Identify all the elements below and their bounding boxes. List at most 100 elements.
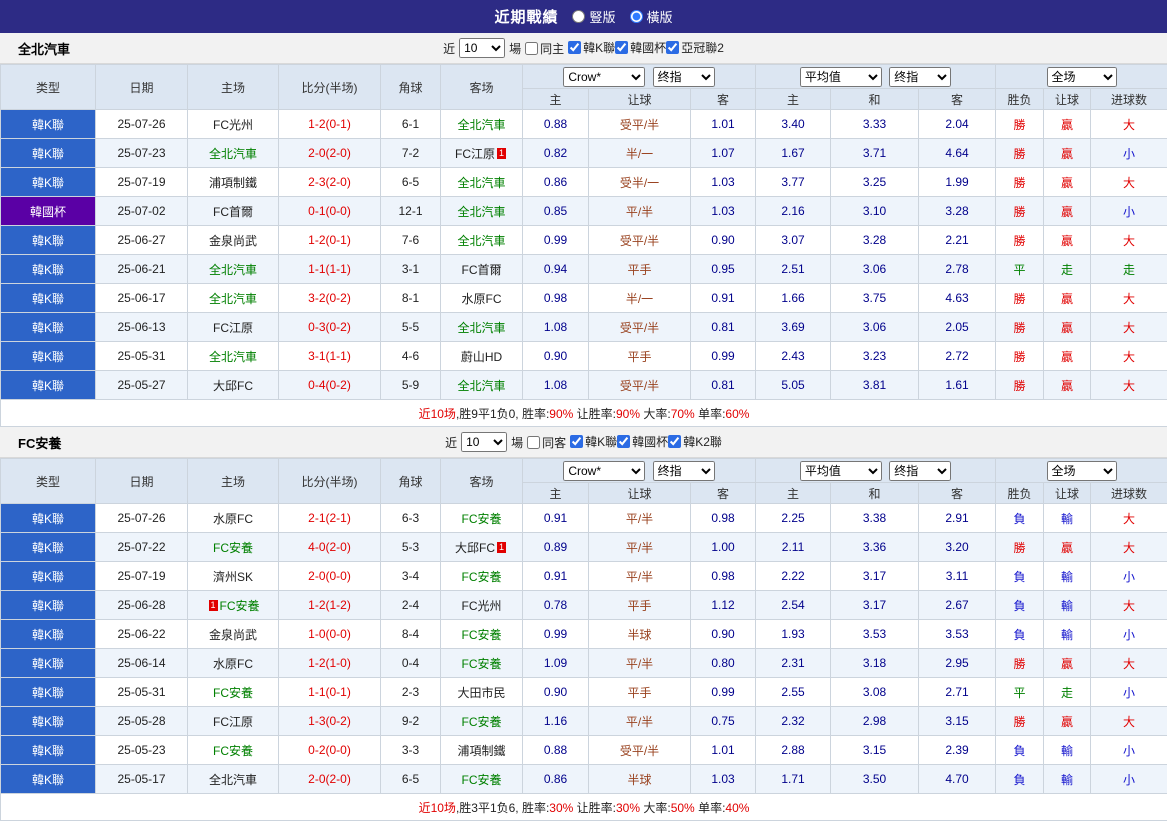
euro-away-odds-cell: 3.20 [918,532,997,562]
away-team-cell: 大田市民 [440,677,523,707]
match-row: 韓K聯 25-06-22 金泉尚武 1-0(0-0) 8-4 FC安養 0.99 半球 0.90… [0,619,1167,649]
league-cell: 韓K聯 [0,561,96,591]
handicap-result-cell: 贏 [1043,138,1092,168]
home-team-cell: 水原FC [187,648,279,678]
league-label: 韓K2聯 [683,435,722,449]
handicap-result-cell: 贏 [1043,225,1092,255]
euro-away-odds-cell: 2.05 [918,312,997,342]
score-cell: 0-4(0-2) [278,370,381,400]
asia-away-odds-cell: 0.98 [689,503,757,533]
recent-count-select[interactable]: 10 [461,432,508,452]
asia-home-odds-cell: 0.86 [522,167,589,197]
team-label: 水原FC [213,511,253,526]
league-filter-option[interactable]: 韓國杯 [615,39,666,56]
date-cell: 25-07-26 [95,109,188,139]
goals-cell: 小 [1090,619,1167,649]
euro-home-odds-cell: 3.40 [755,109,832,139]
scope-select[interactable]: 全场 [1046,66,1117,87]
results-table: 类型 日期 主场 比分(半场) 角球 客场 Crow* 终指 平均值 终指 全场… [0,64,1167,427]
layout-horizontal-radio[interactable] [629,10,643,23]
europe-stage-select[interactable]: 终指 [889,66,952,87]
europe-company-select[interactable]: 平均值 [799,460,882,481]
league-cell: 韓K聯 [0,138,96,168]
handicap-result-cell: 輸 [1043,503,1092,533]
col-asia-away: 客 [689,482,757,504]
team-label: FC首爾 [461,262,502,277]
league-checkbox[interactable] [568,41,582,54]
layout-vertical-radio[interactable] [572,10,586,23]
layout-vertical-option[interactable]: 豎版 [572,7,616,26]
away-team-cell: 浦項制鐵 [440,735,523,765]
layout-horizontal-option[interactable]: 橫版 [629,7,673,26]
euro-home-odds-cell: 2.55 [755,677,832,707]
corner-cell: 6-1 [380,109,441,139]
euro-draw-odds-cell: 3.17 [830,561,920,591]
corner-cell: 3-4 [380,561,441,591]
scope-select[interactable]: 全场 [1046,460,1117,481]
summary-part: 近10场 [418,406,456,421]
same-venue-option[interactable]: 同客 [527,434,566,451]
goals-cell: 小 [1090,735,1167,765]
asia-away-odds-cell: 1.01 [689,735,757,765]
col-asia-home: 主 [522,88,589,110]
league-cell: 韓K聯 [0,503,96,533]
handicap-cell: 半/一 [588,283,691,313]
summary-part: 近10场 [418,800,456,815]
handicap-cell: 半/一 [588,138,691,168]
date-cell: 25-06-22 [95,619,188,649]
europe-stage-select[interactable]: 终指 [889,460,952,481]
league-filter-option[interactable]: 韓K聯 [568,39,615,56]
col-result: 胜负 [995,482,1045,504]
same-venue-checkbox[interactable] [525,41,539,55]
asia-stage-select[interactable]: 终指 [652,460,715,481]
handicap-cell: 平/半 [588,561,691,591]
col-corner: 角球 [380,64,441,110]
same-venue-label: 同主 [540,41,565,56]
match-row: 韓K聯 25-07-19 浦項制鐵 2-3(2-0) 6-5 全北汽車 0.86 受半/一 1.… [0,167,1167,197]
result-cell: 負 [995,764,1045,794]
europe-company-select[interactable]: 平均值 [799,66,882,87]
summary-part: 单率: [694,800,726,815]
league-checkbox[interactable] [615,41,629,54]
score-cell: 1-2(0-1) [278,109,381,139]
same-venue-checkbox[interactable] [527,435,541,449]
asia-away-odds-cell: 1.03 [689,764,757,794]
handicap-cell: 平/半 [588,648,691,678]
away-team-cell: 全北汽車 [440,109,523,139]
team-label: FC安養 [461,511,502,526]
score-cell: 3-2(0-2) [278,283,381,313]
league-checkbox[interactable] [668,435,682,448]
asia-company-select[interactable]: Crow* [563,460,646,481]
same-venue-option[interactable]: 同主 [525,40,564,57]
league-filter-option[interactable]: 韓K聯 [570,433,617,450]
result-cell: 負 [995,590,1045,620]
score-cell: 1-2(0-1) [278,225,381,255]
euro-home-odds-cell: 1.66 [755,283,832,313]
handicap-cell: 平/半 [588,503,691,533]
score-cell: 1-2(1-2) [278,590,381,620]
league-checkbox[interactable] [617,435,631,448]
league-filter-option[interactable]: 韓K2聯 [668,433,722,450]
summary-part: 30% [549,800,574,815]
league-cell: 韓K聯 [0,254,96,284]
team-label: FC安養 [461,656,502,671]
col-asia-away: 客 [689,88,757,110]
summary-part: 30% [616,800,641,815]
home-team-cell: 全北汽車 [187,254,279,284]
asia-stage-select[interactable]: 终指 [652,66,715,87]
asia-company-select[interactable]: Crow* [563,66,646,87]
asia-odds-header: Crow* 终指 [521,458,757,483]
handicap-result-cell: 輸 [1043,619,1092,649]
league-checkbox[interactable] [666,41,680,54]
league-checkbox[interactable] [570,435,584,448]
col-away: 客场 [440,458,523,504]
handicap-cell: 受平/半 [588,109,691,139]
handicap-result-cell: 輸 [1043,735,1092,765]
recent-count-select[interactable]: 10 [459,38,506,58]
league-filter-option[interactable]: 亞冠聯2 [666,39,724,56]
league-filter-option[interactable]: 韓國杯 [617,433,668,450]
away-team-cell: FC安養 [440,648,523,678]
away-team-cell: 全北汽車 [440,225,523,255]
score-cell: 1-2(1-0) [278,648,381,678]
home-team-cell: 金泉尚武 [187,619,279,649]
